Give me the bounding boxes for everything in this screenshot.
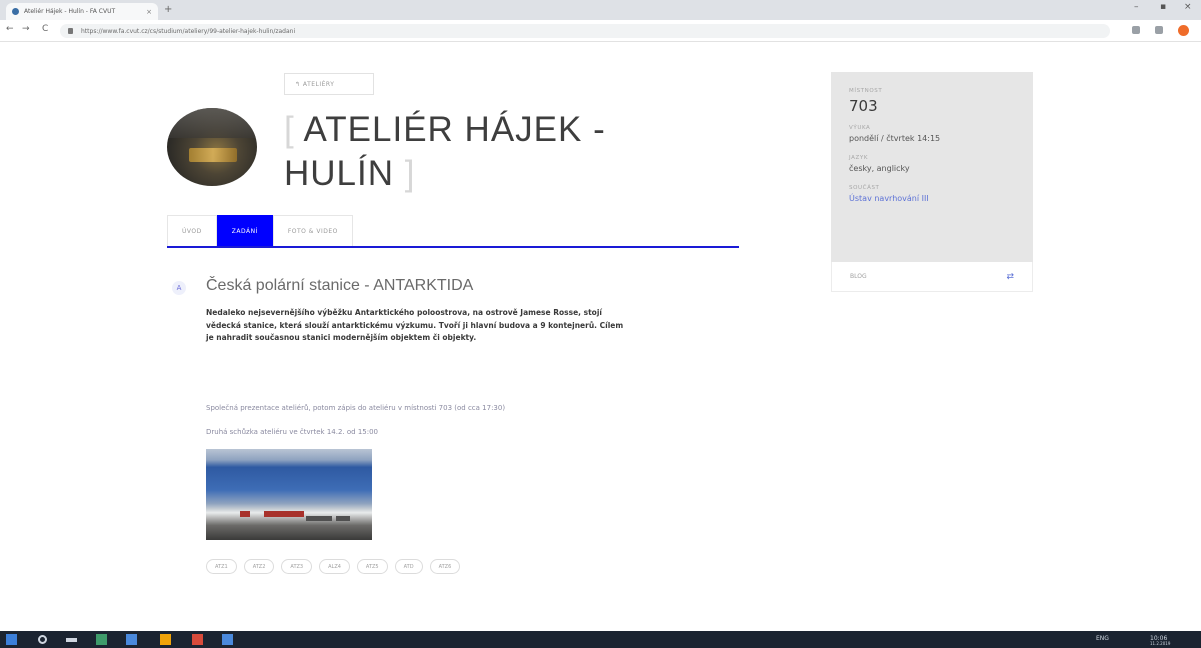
station-building (264, 511, 304, 517)
station-building (240, 511, 250, 517)
title-bracket-close: ] (404, 154, 416, 193)
station-container (306, 516, 332, 521)
tag-list: ATZ1 ATZ2 ATZ3 ALZ4 ATZ5 ATD ATZ6 (206, 559, 467, 574)
start-icon[interactable] (6, 634, 17, 645)
task-view-icon[interactable] (66, 638, 77, 642)
search-icon[interactable] (38, 635, 47, 644)
app-icon[interactable] (96, 634, 107, 645)
chrome-icon[interactable] (160, 634, 171, 645)
room-label: MÍSTNOST (849, 88, 883, 94)
taskbar: ENG 10:06 11.2.2019 (0, 631, 1201, 648)
browser-toolbar: ← → C https://www.fa.cvut.cz/cs/studium/… (0, 20, 1201, 42)
title-line-1: ATELIÉR HÁJEK - (303, 110, 606, 149)
address-bar[interactable]: https://www.fa.cvut.cz/cs/studium/atelie… (60, 24, 1110, 38)
maximize-button[interactable]: ▪ (1160, 2, 1166, 12)
section-marker: A (172, 281, 186, 295)
hours-value: pondělí / čtvrtek 14:15 (849, 134, 941, 143)
favicon-icon (12, 8, 19, 15)
reload-icon[interactable]: C (42, 24, 48, 34)
tag-chip[interactable]: ATZ5 (356, 559, 388, 574)
logo-lettering (189, 148, 237, 162)
tag-chip[interactable]: ATZ3 (281, 559, 313, 574)
tag-chip[interactable]: ATZ1 (206, 559, 237, 574)
browser-tabstrip: Ateliér Hájek - Hulín - FA ČVUT × + – ▪ … (0, 0, 1201, 20)
hours-label: VÝUKA (849, 125, 871, 131)
title-bracket-open: [ (284, 110, 295, 149)
tag-chip[interactable]: ATZ6 (429, 559, 461, 574)
extension-icon[interactable] (1132, 26, 1140, 34)
blog-link-icon[interactable]: ⇄ (1006, 272, 1014, 282)
minimize-button[interactable]: – (1134, 2, 1139, 12)
language-label: JAZYK (849, 155, 869, 161)
info-panel: MÍSTNOST 703 VÝUKA pondělí / čtvrtek 14:… (831, 72, 1033, 262)
participation-link[interactable]: Ústav navrhování III (849, 194, 1015, 203)
blog-row[interactable]: BLOG ⇄ (831, 262, 1033, 292)
meeting-note: Druhá schůzka ateliéru ve čtvrtek 14.2. … (206, 428, 378, 436)
back-to-ateliers-button[interactable]: ↰ ATELIÉRY (284, 73, 374, 95)
tag-chip[interactable]: ALZ4 (319, 559, 350, 574)
station-container (336, 516, 350, 521)
app-icon[interactable] (222, 634, 233, 645)
antarctica-station-photo[interactable] (206, 449, 372, 540)
language-indicator[interactable]: ENG (1096, 635, 1109, 642)
app-icon[interactable] (192, 634, 203, 645)
url-text: https://www.fa.cvut.cz/cs/studium/atelie… (81, 27, 296, 35)
section-title: Česká polární stanice - ANTARKTIDA (206, 277, 474, 294)
lock-icon (68, 28, 73, 34)
tab-close-icon[interactable]: × (146, 8, 152, 16)
participation-label: SOUČÁST (849, 185, 880, 191)
close-window-button[interactable]: × (1184, 2, 1192, 12)
tab-foto-video[interactable]: FOTO & VIDEO (272, 215, 353, 246)
tab-uvod[interactable]: ÚVOD (167, 215, 217, 246)
tab-zadani[interactable]: ZADÁNÍ (216, 215, 273, 246)
forward-arrow-icon[interactable]: → (22, 24, 30, 34)
room-value: 703 (849, 97, 878, 115)
back-arrow-icon[interactable]: ← (6, 24, 14, 34)
app-icon[interactable] (126, 634, 137, 645)
blog-label: BLOG (850, 273, 867, 280)
star-icon[interactable] (1155, 26, 1163, 34)
browser-tab[interactable]: Ateliér Hájek - Hulín - FA ČVUT × (6, 3, 158, 20)
tag-chip[interactable]: ATD (394, 559, 423, 574)
presentation-note: Společná prezentace ateliérů, potom zápi… (206, 404, 506, 412)
logo-sheen (167, 108, 257, 138)
title-line-2: HULÍN (284, 154, 395, 193)
new-tab-button[interactable]: + (164, 4, 172, 15)
profile-avatar[interactable] (1178, 25, 1189, 36)
page-tabs: ÚVOD ZADÁNÍ FOTO & VIDEO (167, 215, 739, 248)
tab-title: Ateliér Hájek - Hulín - FA ČVUT (24, 8, 116, 15)
atelier-logo (167, 108, 257, 186)
clock-date[interactable]: 11.2.2019 (1150, 641, 1170, 646)
language-value: česky, anglicky (849, 164, 910, 173)
tag-chip[interactable]: ATZ2 (243, 559, 275, 574)
page-title: [ ATELIÉR HÁJEK - HULÍN ] (284, 108, 704, 196)
assignment-description: Nedaleko nejsevernějšího výběžku Antarkt… (206, 308, 624, 342)
